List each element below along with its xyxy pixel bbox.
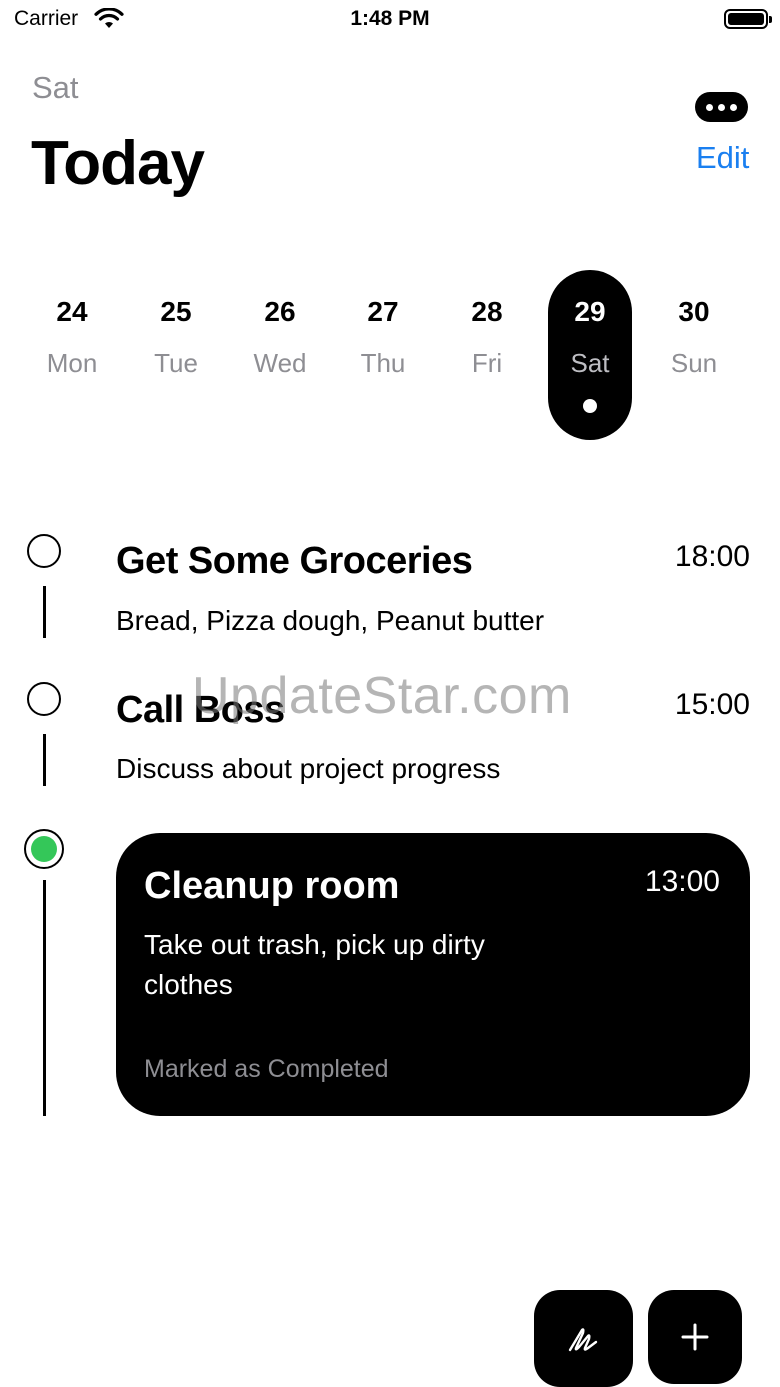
task-title: Cleanup room bbox=[144, 865, 400, 907]
ellipsis-icon-dot bbox=[730, 103, 737, 111]
day-name: Sun bbox=[670, 348, 718, 378]
scribble-icon bbox=[568, 1327, 597, 1351]
task-time: 13:00 bbox=[644, 865, 720, 898]
day-cell-sun[interactable]: 30 Sun bbox=[652, 270, 736, 440]
task-checkbox[interactable] bbox=[27, 682, 61, 716]
plus-icon bbox=[681, 1323, 709, 1351]
day-number: 30 bbox=[678, 296, 710, 327]
task-time: 15:00 bbox=[674, 688, 750, 721]
task-description: Discuss about project progress bbox=[116, 753, 501, 784]
page-title: Today bbox=[31, 129, 205, 198]
edit-button[interactable]: Edit bbox=[696, 140, 749, 176]
task-card-completed[interactable]: Cleanup room 13:00 Take out trash, pick … bbox=[116, 833, 750, 1116]
timeline-line bbox=[43, 734, 46, 786]
day-number: 29 bbox=[574, 296, 606, 327]
day-cell-fri[interactable]: 28 Fri bbox=[445, 270, 529, 440]
day-number: 26 bbox=[264, 296, 296, 327]
completion-status: Marked as Completed bbox=[144, 1055, 389, 1083]
day-cell-thu[interactable]: 27 Thu bbox=[341, 270, 425, 440]
task-checkbox-completed[interactable] bbox=[24, 829, 64, 869]
day-number: 28 bbox=[471, 296, 503, 327]
day-name: Tue bbox=[154, 348, 198, 378]
task-description: Bread, Pizza dough, Peanut butter bbox=[116, 605, 545, 636]
day-cell-tue[interactable]: 25 Tue bbox=[134, 270, 218, 440]
day-cell-mon[interactable]: 24 Mon bbox=[30, 270, 114, 440]
day-name: Fri bbox=[471, 348, 503, 378]
more-button[interactable] bbox=[695, 92, 748, 122]
week-strip: 24 Mon 25 Tue 26 Wed 27 Thu 28 Fri 29 Sa… bbox=[20, 270, 760, 440]
task-title[interactable]: Call Boss bbox=[116, 689, 285, 732]
task-checkbox[interactable] bbox=[27, 534, 61, 568]
add-task-button[interactable] bbox=[648, 1290, 742, 1384]
selected-day-indicator bbox=[583, 399, 597, 413]
day-name: Wed bbox=[253, 348, 307, 378]
day-number: 27 bbox=[367, 296, 399, 327]
timeline-line bbox=[43, 586, 46, 638]
task-description: Take out trash, pick up dirty clothes bbox=[144, 929, 485, 1000]
ellipsis-icon-dot bbox=[718, 103, 725, 111]
day-number: 25 bbox=[160, 296, 192, 327]
day-name: Mon bbox=[46, 348, 98, 378]
day-number: 24 bbox=[56, 296, 88, 327]
current-day-label: Sat bbox=[32, 70, 79, 105]
task-time: 18:00 bbox=[674, 540, 750, 573]
ellipsis-icon bbox=[706, 103, 713, 111]
day-cell-wed[interactable]: 26 Wed bbox=[238, 270, 322, 440]
app-screen: Carrier 1:48 PM Sat Today Edit 24 Mon 25… bbox=[0, 0, 780, 1387]
day-cell-sat-selected[interactable]: 29 Sat bbox=[548, 270, 632, 440]
draw-button[interactable] bbox=[534, 1290, 633, 1387]
status-time: 1:48 PM bbox=[350, 7, 430, 30]
battery-icon bbox=[724, 9, 772, 29]
timeline-line bbox=[43, 880, 46, 1116]
check-complete-icon bbox=[31, 836, 57, 862]
status-bar: Carrier 1:48 PM bbox=[0, 0, 780, 40]
task-title[interactable]: Get Some Groceries bbox=[116, 540, 473, 583]
day-name: Thu bbox=[360, 348, 406, 378]
day-name: Sat bbox=[570, 348, 610, 378]
